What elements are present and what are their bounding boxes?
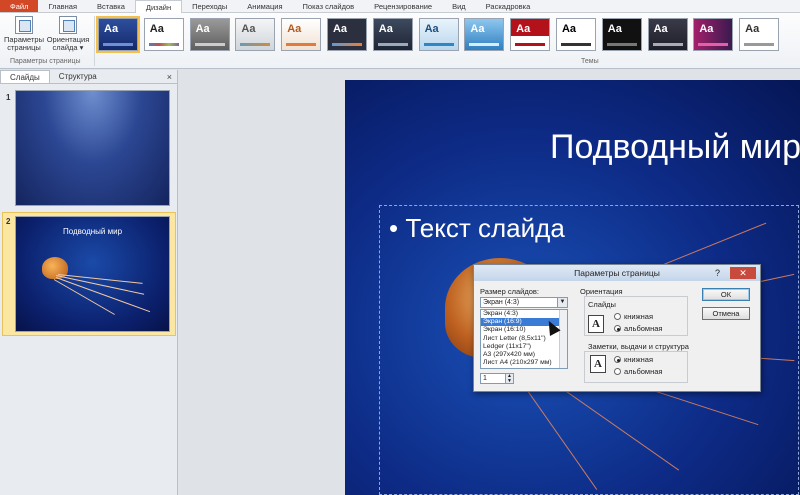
slides-landscape-radio[interactable] xyxy=(614,325,621,332)
tab-view[interactable]: Вид xyxy=(442,0,476,12)
theme-thumb[interactable]: Aa xyxy=(601,18,642,51)
slide-size-value: Экран (4:3) xyxy=(483,299,520,306)
ribbon-tabs: Файл Главная Вставка Дизайн Переходы Ани… xyxy=(0,0,800,14)
ribbon: Параметры страницы Ориентация слайда ▾ П… xyxy=(0,13,800,69)
dialog-close-button[interactable]: ✕ xyxy=(730,267,756,279)
slide-number-1: 1 xyxy=(6,93,11,102)
theme-thumb[interactable]: Aa xyxy=(372,18,413,51)
theme-thumb[interactable]: Aa xyxy=(693,18,734,51)
slide-thumbnail-1[interactable] xyxy=(15,90,170,206)
ribbon-separator xyxy=(94,16,95,66)
slides-label: Слайды xyxy=(588,300,616,309)
orientation-label: Ориентация xyxy=(580,287,623,296)
notes-landscape-label: альбомная xyxy=(624,367,663,376)
list-item[interactable]: Экран (4:3) xyxy=(481,310,567,318)
portrait-page-icon: A xyxy=(590,355,606,373)
portrait-page-icon: A xyxy=(588,315,604,333)
list-item[interactable]: Лист Letter (8,5x11") xyxy=(481,335,567,343)
page-setup-button[interactable]: Параметры страницы xyxy=(1,16,47,52)
dialog-title: Параметры страницы xyxy=(574,268,660,278)
slide-thumbnail-title: Подводный мир xyxy=(62,227,123,236)
start-number-stepper[interactable]: 1 ▲ ▼ xyxy=(480,373,514,384)
theme-thumb[interactable]: Aa xyxy=(281,18,322,51)
tab-slides[interactable]: Слайды xyxy=(0,70,50,83)
orientation-label-2: слайда ▾ xyxy=(52,43,84,52)
theme-thumb[interactable]: Aa xyxy=(464,18,505,51)
theme-thumb[interactable]: Aa xyxy=(418,18,459,51)
theme-thumb[interactable]: Aa xyxy=(143,18,184,51)
tab-storyboard[interactable]: Раскадровка xyxy=(476,0,541,12)
slide-size-combo[interactable]: Экран (4:3) ▼ xyxy=(480,297,568,308)
notes-portrait-radio[interactable] xyxy=(614,356,621,363)
theme-thumb[interactable]: Aa xyxy=(555,18,596,51)
list-item[interactable]: A3 (297x420 мм) xyxy=(481,351,567,359)
tab-insert[interactable]: Вставка xyxy=(87,0,135,12)
ok-button[interactable]: ОК xyxy=(702,288,750,301)
slide-size-label: Размер слайдов: xyxy=(480,287,539,296)
notes-label: Заметки, выдачи и структура xyxy=(588,342,689,351)
cancel-button[interactable]: Отмена xyxy=(702,307,750,320)
theme-thumb[interactable]: Aa xyxy=(510,18,551,51)
tab-slideshow[interactable]: Показ слайдов xyxy=(293,0,365,12)
list-item[interactable]: Лист A4 (210x297 мм) xyxy=(481,359,567,367)
tab-home[interactable]: Главная xyxy=(38,0,87,12)
theme-thumb[interactable]: Aa xyxy=(96,16,140,53)
slide-number-2: 2 xyxy=(6,217,11,226)
group-page-setup-label: Параметры страницы xyxy=(10,58,81,65)
slide-orientation-button[interactable]: Ориентация слайда ▾ xyxy=(45,16,91,52)
page-setup-dialog: Параметры страницы ? ✕ Размер слайдов: Э… xyxy=(473,264,761,392)
slides-landscape-label: альбомная xyxy=(624,324,663,333)
help-icon[interactable]: ? xyxy=(715,265,720,281)
group-themes-label: Темы xyxy=(581,58,599,65)
spin-arrows-icon[interactable]: ▲ ▼ xyxy=(505,374,513,383)
slide-size-list[interactable]: Экран (4:3) Экран (16:9) Экран (16:10) Л… xyxy=(480,309,568,369)
list-item[interactable]: Ledger (11x17") xyxy=(481,343,567,351)
start-number-value: 1 xyxy=(483,375,487,382)
tab-transitions[interactable]: Переходы xyxy=(182,0,237,12)
page-setup-icon xyxy=(15,16,33,34)
slides-portrait-radio[interactable] xyxy=(614,313,621,320)
tab-animations[interactable]: Анимация xyxy=(237,0,292,12)
tab-file[interactable]: Файл xyxy=(0,0,39,12)
theme-gallery: Aa Aa Aa Aa Aa Aa Aa Aa Aa Aa Aa Aa Aa A… xyxy=(96,16,800,53)
theme-thumb[interactable]: Aa xyxy=(189,18,230,51)
theme-thumb[interactable]: Aa xyxy=(326,18,367,51)
theme-thumb[interactable]: Aa xyxy=(235,18,276,51)
theme-thumb[interactable]: Aa xyxy=(647,18,688,51)
page-setup-label-2: страницы xyxy=(7,43,41,52)
tab-outline[interactable]: Структура xyxy=(50,70,106,83)
chevron-down-icon[interactable]: ▼ xyxy=(557,298,567,307)
slide-title[interactable]: Подводный мир xyxy=(550,128,800,167)
slide-thumbnail-2[interactable]: Подводный мир xyxy=(15,216,170,332)
tab-design[interactable]: Дизайн xyxy=(134,0,183,14)
panel-tabs: Слайды Структура × xyxy=(0,70,177,84)
slide-bullet-text[interactable]: • Текст слайда xyxy=(389,213,565,244)
tab-review[interactable]: Рецензирование xyxy=(364,0,442,12)
close-icon[interactable]: × xyxy=(167,70,172,84)
list-scrollbar[interactable] xyxy=(559,310,567,368)
dialog-titlebar: Параметры страницы ? ✕ xyxy=(474,265,760,281)
notes-landscape-radio[interactable] xyxy=(614,368,621,375)
notes-portrait-label: книжная xyxy=(624,355,654,364)
orientation-icon xyxy=(59,16,77,34)
theme-thumb[interactable]: Aa xyxy=(739,18,780,51)
slides-portrait-label: книжная xyxy=(624,312,654,321)
